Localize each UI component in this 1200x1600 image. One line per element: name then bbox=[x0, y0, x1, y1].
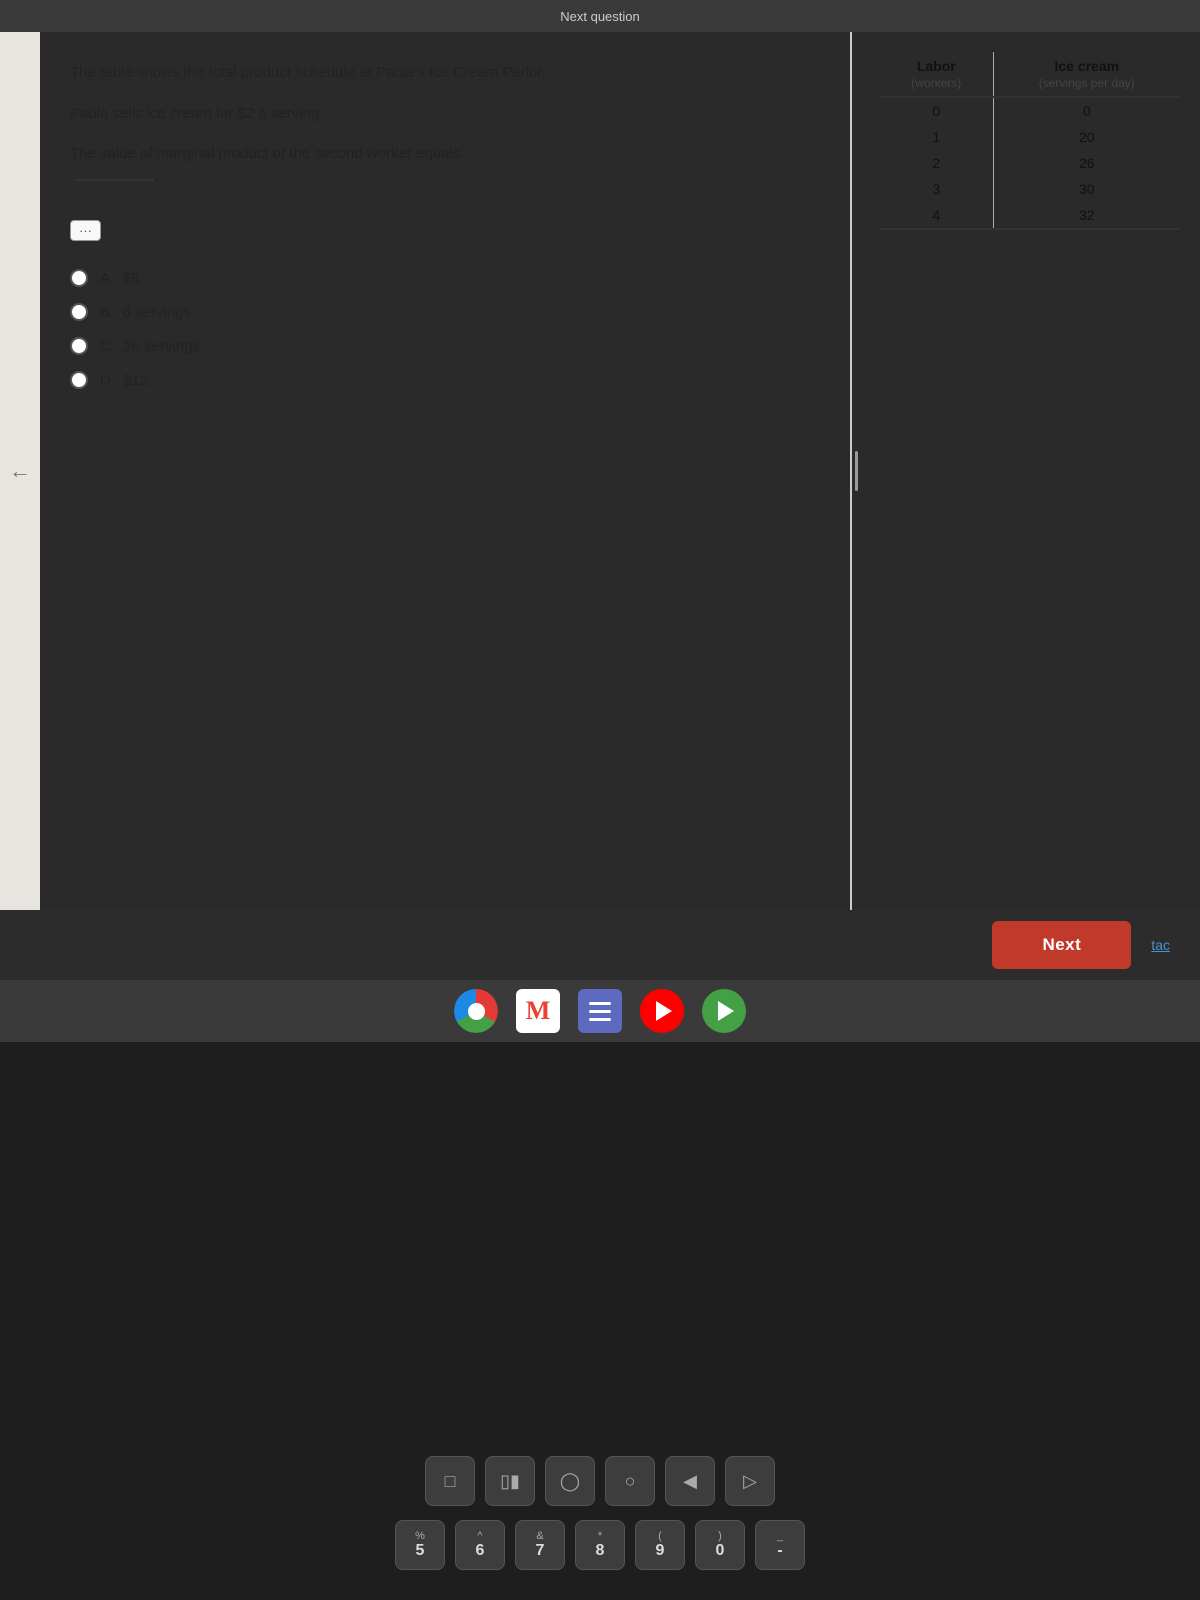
data-table: Labor (workers) Ice cream (servings per … bbox=[880, 52, 1180, 230]
youtube-icon[interactable] bbox=[640, 989, 684, 1033]
taskbar: M bbox=[0, 980, 1200, 1042]
key-9[interactable]: ( 9 bbox=[635, 1520, 685, 1570]
key-minus[interactable]: _ - bbox=[755, 1520, 805, 1570]
ice-cream-cell-4: 32 bbox=[993, 202, 1180, 229]
question-main: The table shows the total product schedu… bbox=[70, 62, 820, 85]
key-circle2[interactable]: ○ bbox=[605, 1456, 655, 1506]
ice-cream-cell-3: 30 bbox=[993, 176, 1180, 202]
left-panel: The table shows the total product schedu… bbox=[40, 32, 852, 910]
top-bar-label: Next question bbox=[560, 9, 640, 24]
radio-b[interactable] bbox=[70, 303, 88, 321]
key-5[interactable]: % 5 bbox=[395, 1520, 445, 1570]
dots-container: ··· bbox=[70, 210, 820, 241]
menu-icon[interactable] bbox=[578, 989, 622, 1033]
labor-cell-2: 2 bbox=[880, 150, 993, 176]
option-b[interactable]: B. 6 servings bbox=[70, 303, 820, 321]
col2-header: Ice cream (servings per day) bbox=[993, 52, 1180, 97]
radio-d[interactable] bbox=[70, 371, 88, 389]
key-8[interactable]: * 8 bbox=[575, 1520, 625, 1570]
radio-a[interactable] bbox=[70, 269, 88, 287]
key-circle1[interactable]: ◯ bbox=[545, 1456, 595, 1506]
top-bar: Next question bbox=[0, 0, 1200, 32]
key-row-fn: □ ▯▮ ◯ ○ ◀ ▷ bbox=[425, 1456, 775, 1506]
panel-divider[interactable] bbox=[852, 32, 860, 910]
question-sub2: The value of marginal product of the sec… bbox=[70, 143, 820, 188]
menu-line-1 bbox=[589, 1002, 611, 1005]
back-arrow-icon: ← bbox=[9, 458, 31, 484]
option-b-label: B. 6 servings bbox=[100, 304, 191, 321]
next-button[interactable]: Next bbox=[992, 921, 1131, 969]
screen: Next question ← The table shows the tota… bbox=[0, 0, 1200, 980]
question-sub1: Paula sells ice cream for $2 a serving. bbox=[70, 103, 820, 126]
option-d-label: D. $12 bbox=[100, 372, 148, 389]
radio-c[interactable] bbox=[70, 337, 88, 355]
key-0[interactable]: ) 0 bbox=[695, 1520, 745, 1570]
key-7[interactable]: & 7 bbox=[515, 1520, 565, 1570]
play-icon[interactable] bbox=[702, 989, 746, 1033]
quiz-area: ← The table shows the total product sche… bbox=[0, 32, 1200, 910]
labor-cell-3: 3 bbox=[880, 176, 993, 202]
menu-line-2 bbox=[589, 1010, 611, 1013]
answer-options: A. $8 B. 6 servings C. 26 servings D. $1… bbox=[70, 269, 820, 389]
right-panel: Labor (workers) Ice cream (servings per … bbox=[860, 32, 1200, 910]
gmail-letter: M bbox=[526, 996, 551, 1026]
option-a[interactable]: A. $8 bbox=[70, 269, 820, 287]
play-triangle bbox=[718, 1001, 734, 1021]
table-row-1: 120 bbox=[880, 124, 1180, 150]
back-arrow[interactable]: ← bbox=[0, 32, 40, 910]
key-6[interactable]: ^ 6 bbox=[455, 1520, 505, 1570]
option-d[interactable]: D. $12 bbox=[70, 371, 820, 389]
key-row-numbers: % 5 ^ 6 & 7 * 8 ( 9 ) 0 _ - bbox=[395, 1520, 805, 1570]
option-c-label: C. 26 servings bbox=[100, 338, 200, 355]
ice-cream-cell-2: 26 bbox=[993, 150, 1180, 176]
key-back1[interactable]: ◀ bbox=[665, 1456, 715, 1506]
key-multiwindow[interactable]: ▯▮ bbox=[485, 1456, 535, 1506]
labor-cell-4: 4 bbox=[880, 202, 993, 229]
youtube-play-triangle bbox=[656, 1001, 672, 1021]
key-back2[interactable]: ▷ bbox=[725, 1456, 775, 1506]
table-row-0: 00 bbox=[880, 97, 1180, 124]
chrome-icon[interactable] bbox=[454, 989, 498, 1033]
option-c[interactable]: C. 26 servings bbox=[70, 337, 820, 355]
keyboard-area: □ ▯▮ ◯ ○ ◀ ▷ % 5 ^ 6 & 7 * bbox=[0, 1042, 1200, 1600]
answer-blank bbox=[74, 179, 154, 181]
bottom-bar: Next tac bbox=[0, 910, 1200, 980]
ice-cream-cell-1: 20 bbox=[993, 124, 1180, 150]
table-row-2: 226 bbox=[880, 150, 1180, 176]
labor-cell-0: 0 bbox=[880, 97, 993, 124]
table-row-3: 330 bbox=[880, 176, 1180, 202]
labor-cell-1: 1 bbox=[880, 124, 993, 150]
table-row-4: 432 bbox=[880, 202, 1180, 229]
divider-handle bbox=[855, 451, 858, 491]
ice-cream-cell-0: 0 bbox=[993, 97, 1180, 124]
gmail-icon[interactable]: M bbox=[516, 989, 560, 1033]
col1-header: Labor (workers) bbox=[880, 52, 993, 97]
tab-link[interactable]: tac bbox=[1151, 937, 1170, 953]
menu-line-3 bbox=[589, 1018, 611, 1021]
option-a-label: A. $8 bbox=[100, 270, 139, 287]
dots-button[interactable]: ··· bbox=[70, 220, 101, 241]
key-screenshot[interactable]: □ bbox=[425, 1456, 475, 1506]
